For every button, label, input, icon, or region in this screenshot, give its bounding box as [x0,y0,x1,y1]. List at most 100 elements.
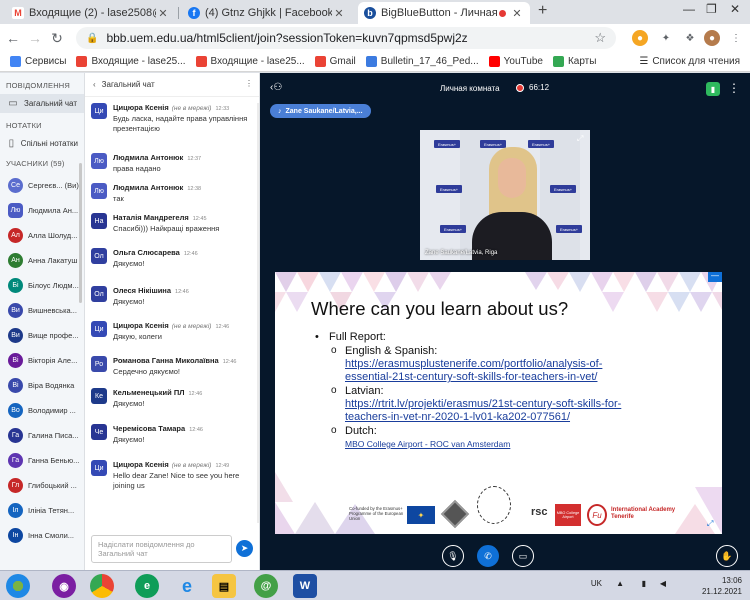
sender-name: Ольга Слюсарева 12:46 [113,248,198,257]
mute-button[interactable]: 🎙 [442,545,464,567]
room-title: Личная комната [440,84,500,93]
recording-indicator[interactable]: 66:12 [516,83,549,92]
chevron-left-icon[interactable]: ‹ [93,80,96,89]
participant-name: Глибоцький ... [28,481,77,490]
user-list-scrollbar[interactable] [79,163,82,303]
participant-name: Людмила Ан... [28,206,79,215]
sender-name: Кельменецький ПЛ 12:46 [113,388,202,397]
participant-row[interactable]: Іл Ілініа Тетян... [0,498,84,523]
message-time: 12:49 [215,463,230,469]
message-text: Дякуємо! [113,435,145,444]
tab-bigbluebutton[interactable]: b BigBlueButton - Личная ком ✕ [358,2,530,24]
browser-menu-icon[interactable]: ⋮ [728,30,744,46]
bookmark-star-icon[interactable]: ☆ [594,30,606,46]
link-rtrit[interactable]: https://rtrit.lv/projekti/erasmus/21st-c… [315,398,715,411]
public-chat-item[interactable]: ▭ Загальний чат [0,94,84,113]
language-indicator[interactable]: UK [591,578,602,589]
participant-row[interactable]: Гл Глибоцький ... [0,473,84,498]
chat-panel: ‹ Загальний чат ⋮ Ци Цицюра Ксенія (не в м… [85,73,260,570]
options-menu-icon[interactable]: ⋮ [728,81,740,95]
volume-icon[interactable]: ◀ [660,578,666,589]
fullscreen-icon[interactable]: ⤢ [577,134,586,143]
bookmark-inbox-2[interactable]: Входящие - lase25... [195,56,305,67]
file-explorer-icon[interactable]: ▤ [212,574,236,598]
leave-audio-button[interactable]: ✆ [477,545,499,567]
tray-arrow-icon[interactable]: ▲ [616,578,624,589]
participant-row[interactable]: Ві Віра Водянка [0,373,84,398]
raise-hand-button[interactable]: ✋ [716,545,738,567]
link-erasmus-tenerife[interactable]: https://erasmusplustenerife.com/portfoli… [315,358,715,371]
tab-facebook[interactable]: f (4) Gtnz Ghjkk | Facebook ✕ [182,2,352,24]
sender-name: Цицюра Ксенія (не в мережі) 12:46 [113,321,229,330]
address-bar[interactable]: 🔒 bbb.uem.edu.ua/html5client/join?sessio… [76,27,616,49]
new-tab-button[interactable]: + [538,2,547,20]
participant-row[interactable]: Ан Анна Лакатуш [0,248,84,273]
users-toggle-icon[interactable]: ‹⚇ [270,82,282,93]
bookmark-youtube[interactable]: YouTube [488,56,543,67]
share-webcam-button[interactable]: ▭ [512,545,534,567]
participant-row[interactable]: Ал Алла Шолуд... [0,223,84,248]
avatar: Се [8,178,23,193]
edge-icon[interactable]: e [135,574,159,598]
slide-menu-icon[interactable]: — [708,272,722,282]
participant-row[interactable]: Во Володимир ... [0,398,84,423]
maximize-icon[interactable]: ❐ [706,2,717,16]
message-time: 12:46 [222,359,237,365]
close-icon[interactable]: ✕ [156,7,170,20]
close-icon[interactable]: ✕ [332,7,346,20]
connection-status-icon[interactable]: ▮ [706,82,720,96]
participant-row[interactable]: Ві Вікторія Але... [0,348,84,373]
participant-row[interactable]: Ви Вище профе... [0,323,84,348]
reading-list[interactable]: ☰ Список для чтения [639,56,740,67]
participant-row[interactable]: Бі Білоус Людм... [0,273,84,298]
webcam-video[interactable]: Erasmus+ Erasmus+ Erasmus+ Erasmus+ Eras… [420,130,590,260]
reload-icon[interactable]: ↻ [46,30,68,47]
lock-icon[interactable]: 🔒 [86,33,98,44]
link-mbo-college[interactable]: MBO College Airport - ROC van Amsterdam [315,438,715,451]
participant-row[interactable]: Га Ганна Бенью... [0,448,84,473]
word-icon[interactable]: W [293,574,317,598]
back-icon[interactable]: ← [2,30,24,46]
internet-explorer-icon[interactable]: e [175,574,199,598]
chat-options-icon[interactable]: ⋮ [245,79,253,88]
shared-notes-item[interactable]: ▯ Спільні нотатки [0,134,84,153]
clock-date[interactable]: 21.12.2021 [702,586,742,597]
send-message-button[interactable]: ➤ [236,540,253,557]
extension-puzzle-icon[interactable]: ✦ [658,30,674,46]
network-icon[interactable]: ▮ [642,578,646,589]
bookmark-maps[interactable]: Карты [552,56,596,67]
forward-icon[interactable]: → [24,30,46,46]
tab-gmail[interactable]: M Входящие (2) - lase2508@gmail ✕ [6,2,176,24]
participant-row[interactable]: Ін Інна Смоли... [0,523,84,548]
link-erasmus-tenerife-cont[interactable]: essential-21st-century-soft-skills-for-t… [315,371,715,384]
participant-row[interactable]: Га Галина Писа... [0,423,84,448]
chrome-icon[interactable] [90,574,114,598]
doc-icon [365,56,377,67]
profile-avatar[interactable]: ● [704,30,720,46]
participant-row[interactable]: Лю Людмила Ан... [0,198,84,223]
tor-browser-icon[interactable]: ◉ [52,574,76,598]
window-close-icon[interactable]: ✕ [730,2,740,16]
bookmark-gmail[interactable]: Gmail [314,56,356,67]
puzzle-icon[interactable]: ❖ [682,30,698,46]
extension-icon[interactable]: ● [632,30,648,46]
bookmark-inbox-1[interactable]: Входящие - lase25... [76,56,186,67]
banner-logo: Erasmus+ [434,140,460,148]
bbb-icon: b [364,7,376,19]
fullscreen-icon[interactable]: ⤢ [707,519,716,528]
bookmark-bulletin[interactable]: Bulletin_17_46_Ped... [365,56,479,67]
chat-input[interactable]: Надіслати повідомлення до Загальний чат [91,535,232,563]
mail-icon[interactable]: @ [254,574,278,598]
sender-name-text: Ольга Слюсарева [113,248,180,257]
chat-scrollbar[interactable] [257,103,259,523]
participant-name: Ганна Бенью... [28,456,80,465]
link-rtrit-cont[interactable]: teachers-in-vet-nr-2020-1-lv01-ka202-077… [315,411,715,424]
minimize-icon[interactable]: — [683,2,695,16]
close-icon[interactable]: ✕ [510,7,524,20]
participant-row[interactable]: Ви Вишневська... [0,298,84,323]
participant-row[interactable]: Се Сергеєв... (Ви) [0,173,84,198]
start-button[interactable] [6,574,30,598]
bookmark-services[interactable]: Сервисы [10,56,66,67]
clock-time[interactable]: 13:06 [702,575,742,586]
system-tray: UK ▲ ▮ ◀ 13:06 21.12.2021 [591,575,742,597]
